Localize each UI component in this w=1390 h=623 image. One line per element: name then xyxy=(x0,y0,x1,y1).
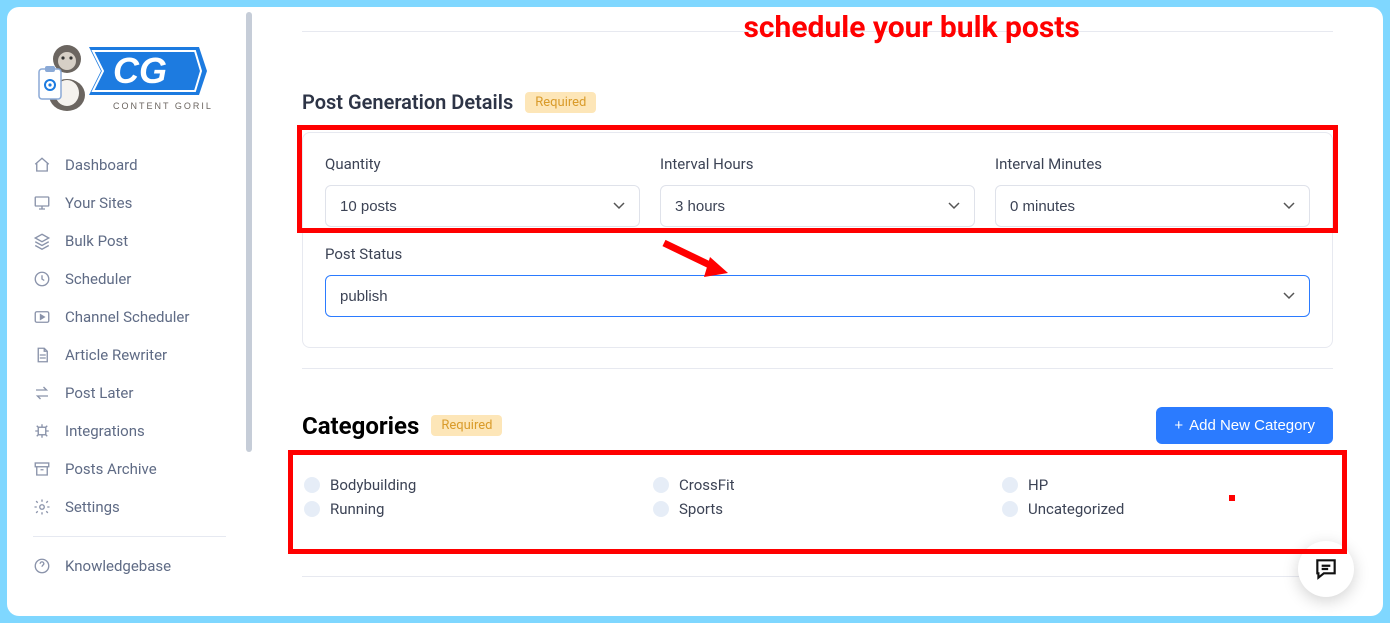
annotation-headline: schedule your bulk posts xyxy=(744,10,1080,45)
add-category-label: Add New Category xyxy=(1189,417,1315,434)
category-option-crossfit[interactable]: CrossFit xyxy=(653,476,982,494)
category-option-uncategorized[interactable]: Uncategorized xyxy=(1002,500,1331,518)
radio-icon xyxy=(304,477,320,493)
category-option-bodybuilding[interactable]: Bodybuilding xyxy=(304,476,633,494)
post-status-select[interactable]: publish xyxy=(325,275,1310,317)
radio-icon xyxy=(653,501,669,517)
archive-icon xyxy=(33,460,51,478)
category-label: Sports xyxy=(679,500,723,518)
sidebar-nav: Dashboard Your Sites Bulk Post Scheduler… xyxy=(7,142,252,589)
sidebar-item-channel-scheduler[interactable]: Channel Scheduler xyxy=(21,298,238,336)
brand-logo: CG CONTENT GORILLA xyxy=(7,25,252,142)
interval-hours-field: Interval Hours 3 hours xyxy=(660,155,975,227)
sidebar-item-label: Article Rewriter xyxy=(65,346,167,364)
category-label: Bodybuilding xyxy=(330,476,416,494)
interval-minutes-label: Interval Minutes xyxy=(995,155,1310,173)
sidebar-item-label: Channel Scheduler xyxy=(65,308,189,326)
sidebar-item-label: Settings xyxy=(65,498,120,516)
annotation-arrow xyxy=(662,237,732,287)
clock-icon xyxy=(33,270,51,288)
category-option-hp[interactable]: HP xyxy=(1002,476,1331,494)
swap-icon xyxy=(33,384,51,402)
quantity-select[interactable]: 10 posts xyxy=(325,185,640,227)
sidebar-item-scheduler[interactable]: Scheduler xyxy=(21,260,238,298)
sidebar-item-label: Posts Archive xyxy=(65,460,157,478)
sidebar-item-label: Dashboard xyxy=(65,156,138,174)
section-divider xyxy=(302,576,1333,577)
sidebar-item-knowledgebase[interactable]: Knowledgebase xyxy=(21,547,238,585)
sidebar-item-integrations[interactable]: Integrations xyxy=(21,412,238,450)
categories-title: Categories xyxy=(302,412,419,440)
sidebar-item-bulk-post[interactable]: Bulk Post xyxy=(21,222,238,260)
post-status-label: Post Status xyxy=(325,245,1310,263)
categories-header: Categories Required + Add New Category xyxy=(302,407,1333,444)
house-icon xyxy=(33,156,51,174)
post-gen-header: Post Generation Details Required xyxy=(302,90,1333,114)
category-option-running[interactable]: Running xyxy=(304,500,633,518)
svg-text:CONTENT GORILLA: CONTENT GORILLA xyxy=(113,101,211,111)
sidebar-item-settings[interactable]: Settings xyxy=(21,488,238,526)
chip-icon xyxy=(33,422,51,440)
sidebar-item-label: Bulk Post xyxy=(65,232,128,250)
document-icon xyxy=(33,346,51,364)
quantity-label: Quantity xyxy=(325,155,640,173)
sidebar: CG CONTENT GORILLA Dashboard Your Sites … xyxy=(7,7,252,616)
annotation-cursor-dot xyxy=(1229,495,1235,501)
chat-icon xyxy=(1313,556,1339,582)
sidebar-item-posts-archive[interactable]: Posts Archive xyxy=(21,450,238,488)
sidebar-item-your-sites[interactable]: Your Sites xyxy=(21,184,238,222)
quantity-field: Quantity 10 posts xyxy=(325,155,640,227)
layers-icon xyxy=(33,232,51,250)
monitor-icon xyxy=(33,194,51,212)
radio-icon xyxy=(1002,477,1018,493)
sidebar-item-label: Scheduler xyxy=(65,270,131,288)
post-gen-title: Post Generation Details xyxy=(302,90,513,114)
interval-hours-select[interactable]: 3 hours xyxy=(660,185,975,227)
interval-minutes-field: Interval Minutes 0 minutes xyxy=(995,155,1310,227)
category-label: CrossFit xyxy=(679,476,735,494)
help-icon xyxy=(33,557,51,575)
post-status-field: Post Status publish xyxy=(325,245,1310,317)
interval-minutes-select[interactable]: 0 minutes xyxy=(995,185,1310,227)
required-badge: Required xyxy=(525,92,596,113)
main-content: schedule your bulk posts Post Generation… xyxy=(252,7,1383,616)
sidebar-item-label: Integrations xyxy=(65,422,145,440)
interval-hours-label: Interval Hours xyxy=(660,155,975,173)
post-gen-panel: Quantity 10 posts Interval Hours 3 hours… xyxy=(302,132,1333,348)
plus-icon: + xyxy=(1174,417,1183,434)
sidebar-divider xyxy=(33,536,226,537)
category-label: Running xyxy=(330,500,384,518)
sidebar-item-label: Your Sites xyxy=(65,194,132,212)
category-option-sports[interactable]: Sports xyxy=(653,500,982,518)
sidebar-item-label: Post Later xyxy=(65,384,133,402)
required-badge: Required xyxy=(431,415,502,436)
radio-icon xyxy=(304,501,320,517)
sidebar-item-post-later[interactable]: Post Later xyxy=(21,374,238,412)
section-divider xyxy=(302,368,1333,369)
chat-widget-button[interactable] xyxy=(1298,541,1354,597)
categories-grid: Bodybuilding CrossFit HP Running Sports … xyxy=(302,462,1333,546)
category-label: HP xyxy=(1028,476,1048,494)
radio-icon xyxy=(1002,501,1018,517)
category-label: Uncategorized xyxy=(1028,500,1124,518)
svg-text:CG: CG xyxy=(113,50,167,91)
sidebar-item-label: Knowledgebase xyxy=(65,557,171,575)
app-frame: CG CONTENT GORILLA Dashboard Your Sites … xyxy=(7,7,1383,616)
sidebar-item-article-rewriter[interactable]: Article Rewriter xyxy=(21,336,238,374)
radio-icon xyxy=(653,477,669,493)
gear-icon xyxy=(33,498,51,516)
add-new-category-button[interactable]: + Add New Category xyxy=(1156,407,1333,444)
sidebar-item-dashboard[interactable]: Dashboard xyxy=(21,146,238,184)
play-box-icon xyxy=(33,308,51,326)
